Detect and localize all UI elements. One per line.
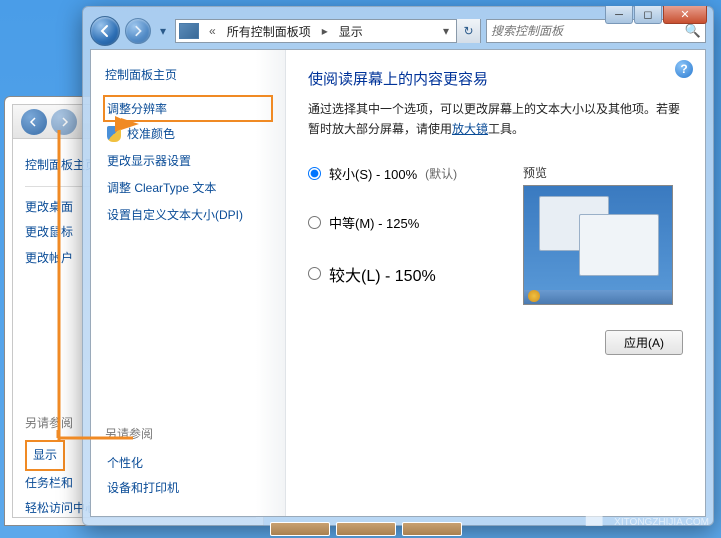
sidebar-link-display-settings[interactable]: 更改显示器设置 — [105, 147, 271, 174]
main-window: ─ ◻ ✕ ▾ « 所有控制面板项 ▸ 显示 ▾ ↻ 🔍 控制 — [82, 6, 714, 526]
breadcrumb-sep[interactable]: « — [202, 20, 223, 42]
search-input[interactable] — [491, 24, 685, 38]
taskbar-thumbs — [270, 522, 462, 536]
forward-button[interactable] — [125, 18, 151, 44]
apply-button[interactable]: 应用(A) — [605, 330, 683, 355]
breadcrumb-item[interactable]: 显示 — [335, 20, 367, 42]
search-icon: 🔍 — [685, 23, 701, 39]
preview-label: 预览 — [523, 164, 683, 181]
back-button[interactable] — [90, 16, 120, 46]
page-description: 通过选择其中一个选项，可以更改屏幕上的文本大小以及其他项。若要暂时放大部分屏幕，… — [308, 99, 683, 140]
annotation-line — [56, 130, 62, 440]
radio-large[interactable]: 较大(L) - 150% — [308, 262, 483, 286]
preview-image — [523, 185, 673, 305]
main-pane: ? 使阅读屏幕上的内容更容易 通过选择其中一个选项，可以更改屏幕上的文本大小以及… — [286, 50, 705, 516]
sidebar-title[interactable]: 控制面板主页 — [105, 66, 271, 83]
refresh-button[interactable]: ↻ — [456, 19, 480, 43]
back-button-bg[interactable] — [21, 109, 47, 135]
breadcrumb-sep[interactable]: ▸ — [315, 20, 335, 42]
annotation-arrowhead — [115, 116, 145, 146]
nav-history-dropdown[interactable]: ▾ — [156, 21, 170, 41]
breadcrumb[interactable]: « 所有控制面板项 ▸ 显示 ▾ ↻ — [175, 19, 481, 43]
watermark: 系统之家 XITONGZHIJIA.COM — [580, 501, 709, 529]
radio-medium-input[interactable] — [308, 216, 321, 229]
minimize-button[interactable]: ─ — [605, 6, 633, 24]
breadcrumb-icon — [179, 23, 199, 39]
see-also-title: 另请参阅 — [105, 425, 181, 442]
see-also-personalization[interactable]: 个性化 — [105, 450, 181, 475]
magnifier-link[interactable]: 放大镜 — [452, 122, 488, 136]
help-icon[interactable]: ? — [675, 60, 693, 78]
maximize-button[interactable]: ◻ — [634, 6, 662, 24]
see-also-devices[interactable]: 设备和打印机 — [105, 475, 181, 500]
page-title: 使阅读屏幕上的内容更容易 — [308, 68, 683, 89]
forward-button-bg[interactable] — [51, 109, 77, 135]
radio-small[interactable]: 较小(S) - 100% (默认) — [308, 164, 483, 183]
close-button[interactable]: ✕ — [663, 6, 707, 24]
radio-large-input[interactable] — [308, 267, 321, 280]
sidebar-link-dpi[interactable]: 设置自定义文本大小(DPI) — [105, 201, 271, 228]
breadcrumb-item[interactable]: 所有控制面板项 — [223, 20, 315, 42]
sidebar-link-cleartype[interactable]: 调整 ClearType 文本 — [105, 174, 271, 201]
breadcrumb-dropdown[interactable]: ▾ — [436, 20, 456, 42]
radio-medium[interactable]: 中等(M) - 125% — [308, 213, 483, 232]
radio-small-input[interactable] — [308, 167, 321, 180]
bg-link-display[interactable]: 显示 — [25, 440, 65, 471]
watermark-logo-icon — [580, 502, 608, 526]
